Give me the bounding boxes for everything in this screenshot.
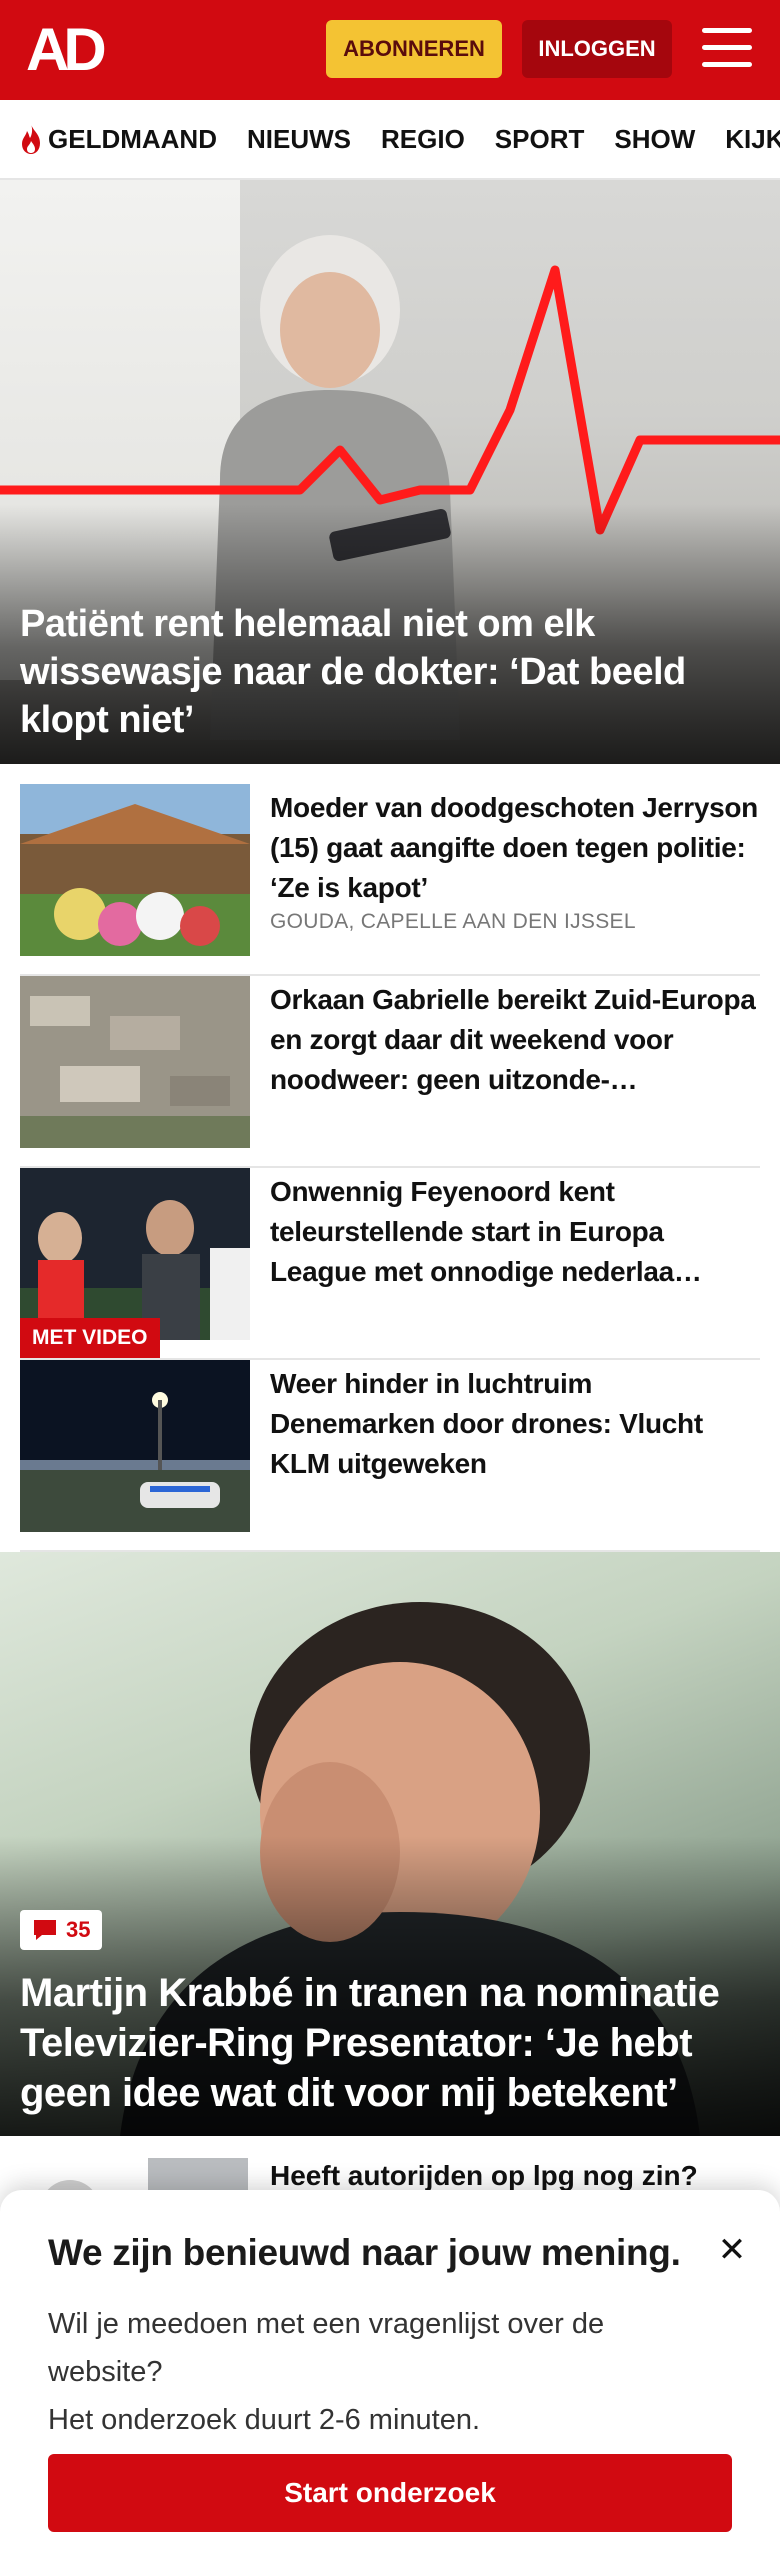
article-location: GOUDA, CAPELLE AAN DEN IJSSEL xyxy=(270,910,636,933)
survey-sheet: We zijn benieuwd naar jouw mening. ✕ Wil… xyxy=(0,2190,780,2560)
nav-item-geldmaand[interactable]: GELDMAAND xyxy=(18,123,217,155)
site-header: AD ABONNEREN INLOGGEN xyxy=(0,0,780,100)
hero-article[interactable]: Patiënt rent helemaal niet om elk wissew… xyxy=(0,180,780,764)
nav-item-sport[interactable]: SPORT xyxy=(495,124,585,155)
heartbeat-line xyxy=(0,265,780,535)
article-title: Onwennig Feyenoord kent teleurstellende … xyxy=(270,1176,702,1287)
featured-article[interactable]: 35 Martijn Krabbé in tranen na nominatie… xyxy=(0,1552,780,2136)
close-icon[interactable]: ✕ xyxy=(712,2230,752,2270)
list-item[interactable]: Moeder van doodgeschoten Jerryson (15) g… xyxy=(20,784,760,976)
featured-title: Martijn Krabbé in tranen na nominatie Te… xyxy=(20,1971,720,2115)
section-nav: GELDMAAND NIEUWS REGIO SPORT SHOW KIJK xyxy=(0,100,780,180)
login-button[interactable]: INLOGGEN xyxy=(522,20,672,78)
nav-item-show[interactable]: SHOW xyxy=(614,124,695,155)
video-badge: MET VIDEO xyxy=(20,1318,160,1358)
nav-item-label: GELDMAAND xyxy=(48,123,217,154)
survey-body-line: Wil je meedoen met een vragenlijst over … xyxy=(48,2308,605,2388)
start-survey-button[interactable]: Start onderzoek xyxy=(48,2454,732,2532)
comment-count-badge[interactable]: 35 xyxy=(20,1910,103,1950)
survey-body-line: Het onderzoek duurt 2-6 minuten. xyxy=(48,2404,481,2436)
list-item[interactable]: MET VIDEO Onwennig Feyenoord kent teleur… xyxy=(20,1168,760,1360)
list-item[interactable]: Weer hinder in luchtruim Denemarken door… xyxy=(20,1360,760,1552)
article-thumbnail xyxy=(20,976,250,1148)
nav-item-nieuws[interactable]: NIEUWS xyxy=(247,124,351,155)
nav-item-kijk[interactable]: KIJK xyxy=(725,124,780,155)
comment-count: 35 xyxy=(66,1917,91,1942)
article-title: Moeder van doodgeschoten Jerryson (15) g… xyxy=(270,792,758,903)
list-item[interactable]: Orkaan Gabrielle bereikt Zuid-Europa en … xyxy=(20,976,760,1168)
hero-title[interactable]: Patiënt rent helemaal niet om elk wissew… xyxy=(20,600,760,744)
article-thumbnail xyxy=(20,1168,250,1340)
article-title: Weer hinder in luchtruim Denemarken door… xyxy=(270,1368,703,1479)
article-thumbnail xyxy=(20,784,250,956)
article-title: Heeft autorijden op lpg nog zin? xyxy=(270,2160,698,2191)
survey-body: Wil je meedoen met een vragenlijst over … xyxy=(48,2300,688,2444)
survey-title: We zijn benieuwd naar jouw mening. xyxy=(48,2232,681,2273)
comment-icon xyxy=(34,1920,56,1940)
nav-item-regio[interactable]: REGIO xyxy=(381,124,465,155)
article-title: Orkaan Gabrielle bereikt Zuid-Europa en … xyxy=(270,984,756,1095)
article-thumbnail xyxy=(20,1360,250,1532)
hamburger-menu-icon[interactable] xyxy=(702,28,752,72)
subscribe-button[interactable]: ABONNEREN xyxy=(326,20,502,78)
ad-logo[interactable]: AD xyxy=(26,20,116,80)
flame-icon xyxy=(22,124,40,154)
